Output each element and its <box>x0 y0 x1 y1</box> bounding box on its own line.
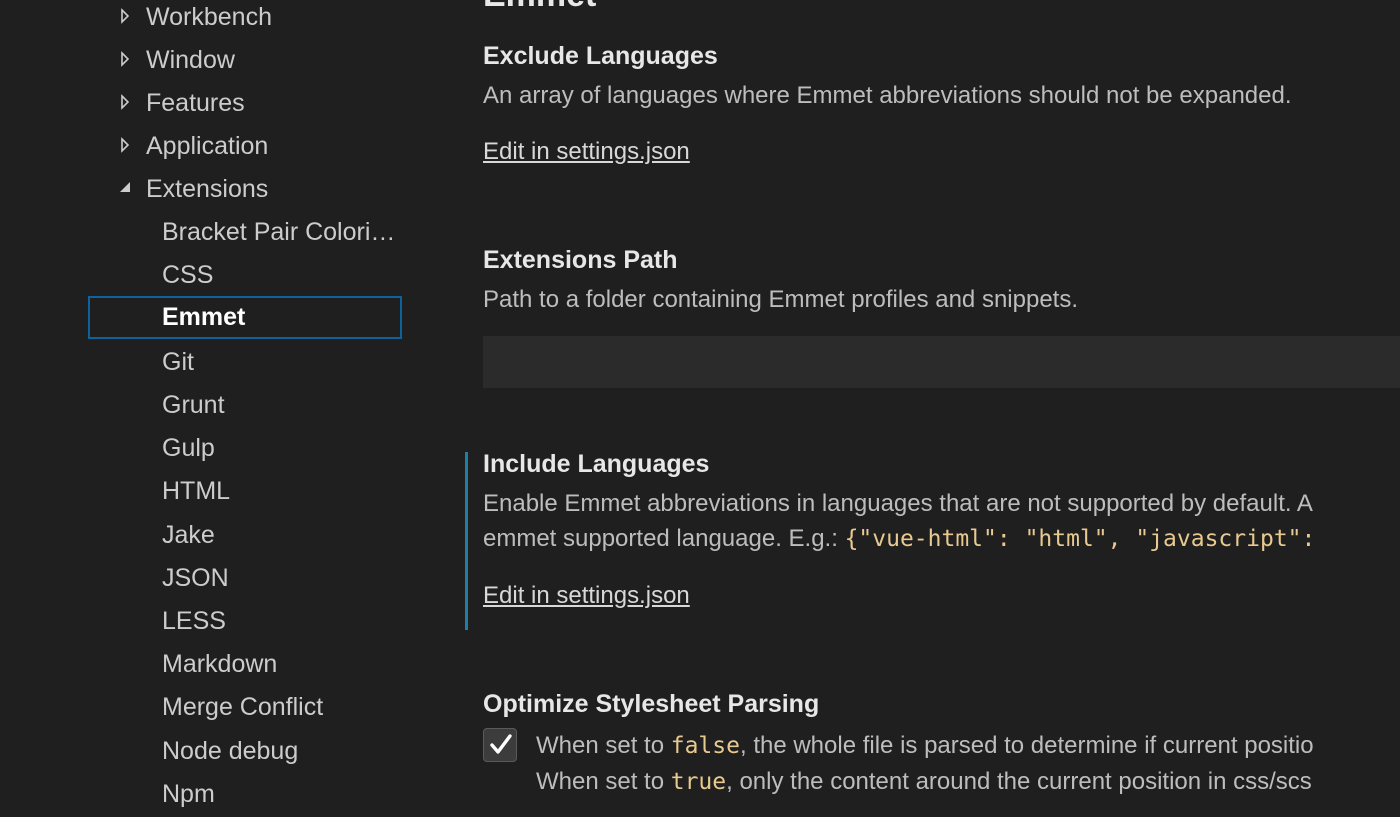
toc-item-workbench[interactable]: Workbench <box>88 0 402 38</box>
settings-toc: Workbench Window Features Application Ex <box>0 0 440 817</box>
toc-item-label: Merge Conflict <box>162 693 324 721</box>
toc-item-jake[interactable]: Jake <box>88 514 402 556</box>
toc-item-node-debug[interactable]: Node debug <box>88 730 402 772</box>
setting-title: Optimize Stylesheet Parsing <box>483 690 820 718</box>
toc-item-css[interactable]: CSS <box>88 254 402 296</box>
toc-item-label: Jake <box>162 521 215 549</box>
setting-exclude-languages: Exclude Languages An array of languages … <box>483 40 1400 168</box>
toc-item-html[interactable]: HTML <box>88 470 402 512</box>
chevron-right-icon <box>120 0 130 38</box>
extensions-path-input[interactable] <box>483 336 1400 388</box>
toc-item-label: Grunt <box>162 391 225 419</box>
toc-item-label: Features <box>146 89 245 117</box>
toc-item-less[interactable]: LESS <box>88 600 402 642</box>
toc-item-label: Git <box>162 348 194 376</box>
toc-item-label: Extensions <box>146 175 269 203</box>
chevron-right-icon <box>120 125 130 167</box>
settings-content: Emmet Exclude Languages An array of lang… <box>440 0 1400 817</box>
description-text: When set to <box>536 732 671 759</box>
toc-item-extensions[interactable]: Extensions <box>88 168 402 210</box>
toc-item-features[interactable]: Features <box>88 82 402 124</box>
toc-item-label: CSS <box>162 261 214 289</box>
description-line: When set to true, only the content aroun… <box>536 764 1314 800</box>
setting-description: An array of languages where Emmet abbrev… <box>483 82 1292 109</box>
toc-item-window[interactable]: Window <box>88 39 402 81</box>
setting-title: Exclude Languages <box>483 42 718 70</box>
toc-item-git[interactable]: Git <box>88 341 402 383</box>
toc-item-bracket-pair-colorizer[interactable]: Bracket Pair Colorizer <box>88 211 402 253</box>
setting-optimize-stylesheet-parsing: Optimize Stylesheet Parsing When set to … <box>483 688 1400 795</box>
modified-indicator <box>465 452 468 630</box>
toc-item-label: HTML <box>162 477 231 505</box>
toc-item-label: Node debug <box>162 737 299 765</box>
toc-item-markdown[interactable]: Markdown <box>88 643 402 685</box>
code-snippet: false <box>670 733 740 759</box>
setting-include-languages: Include Languages Enable Emmet abbreviat… <box>483 448 1400 612</box>
toc-item-grunt[interactable]: Grunt <box>88 384 402 426</box>
toc-item-label: Emmet <box>162 303 246 331</box>
toc-item-label: Workbench <box>146 3 272 31</box>
description-text: When set to <box>536 768 671 795</box>
toc-item-npm[interactable]: Npm <box>88 773 402 815</box>
setting-title: Extensions Path <box>483 246 678 274</box>
toc-item-label: Gulp <box>162 434 215 462</box>
toc-item-label: Npm <box>162 780 215 808</box>
edit-in-settings-json-link[interactable]: Edit in settings.json <box>483 580 690 612</box>
description-line: emmet supported language. E.g.: {"vue-ht… <box>483 521 1400 557</box>
toc-item-gulp[interactable]: Gulp <box>88 427 402 469</box>
description-line: When set to false, the whole file is par… <box>536 728 1314 764</box>
toc-item-merge-conflict[interactable]: Merge Conflict <box>88 686 402 728</box>
chevron-right-icon <box>120 39 130 81</box>
check-icon <box>490 734 512 754</box>
optimize-stylesheet-parsing-checkbox[interactable] <box>483 728 517 762</box>
toc-item-label: Application <box>146 132 269 160</box>
setting-extensions-path: Extensions Path Path to a folder contain… <box>483 244 1400 388</box>
settings-group-title: Emmet <box>483 0 596 12</box>
chevron-right-icon <box>120 82 130 124</box>
setting-description: Path to a folder containing Emmet profil… <box>483 286 1079 313</box>
code-snippet: true <box>670 769 727 795</box>
description-text: , only the content around the current po… <box>726 768 1312 795</box>
toc-item-label: Bracket Pair Colorizer <box>162 218 402 246</box>
description-text: emmet supported language. E.g.: <box>483 525 845 552</box>
setting-title: Include Languages <box>483 450 710 478</box>
toc-item-label: LESS <box>162 607 226 635</box>
edit-in-settings-json-link[interactable]: Edit in settings.json <box>483 136 690 168</box>
toc-item-json[interactable]: JSON <box>88 557 402 599</box>
toc-item-label: Window <box>146 46 235 74</box>
code-snippet: {"vue-html": "html", "javascript": <box>844 526 1316 552</box>
setting-description: When set to false, the whole file is par… <box>536 728 1314 800</box>
toc-item-emmet[interactable]: Emmet <box>88 296 402 339</box>
toc-item-application[interactable]: Application <box>88 125 402 167</box>
toc-item-label: JSON <box>162 564 229 592</box>
toc-item-label: Markdown <box>162 650 278 678</box>
settings-editor: Workbench Window Features Application Ex <box>0 0 1400 817</box>
description-line: Enable Emmet abbreviations in languages … <box>483 490 1313 517</box>
setting-description: Enable Emmet abbreviations in languages … <box>483 486 1400 557</box>
description-text: , the whole file is parsed to determine … <box>739 732 1314 759</box>
chevron-down-icon <box>120 168 130 210</box>
